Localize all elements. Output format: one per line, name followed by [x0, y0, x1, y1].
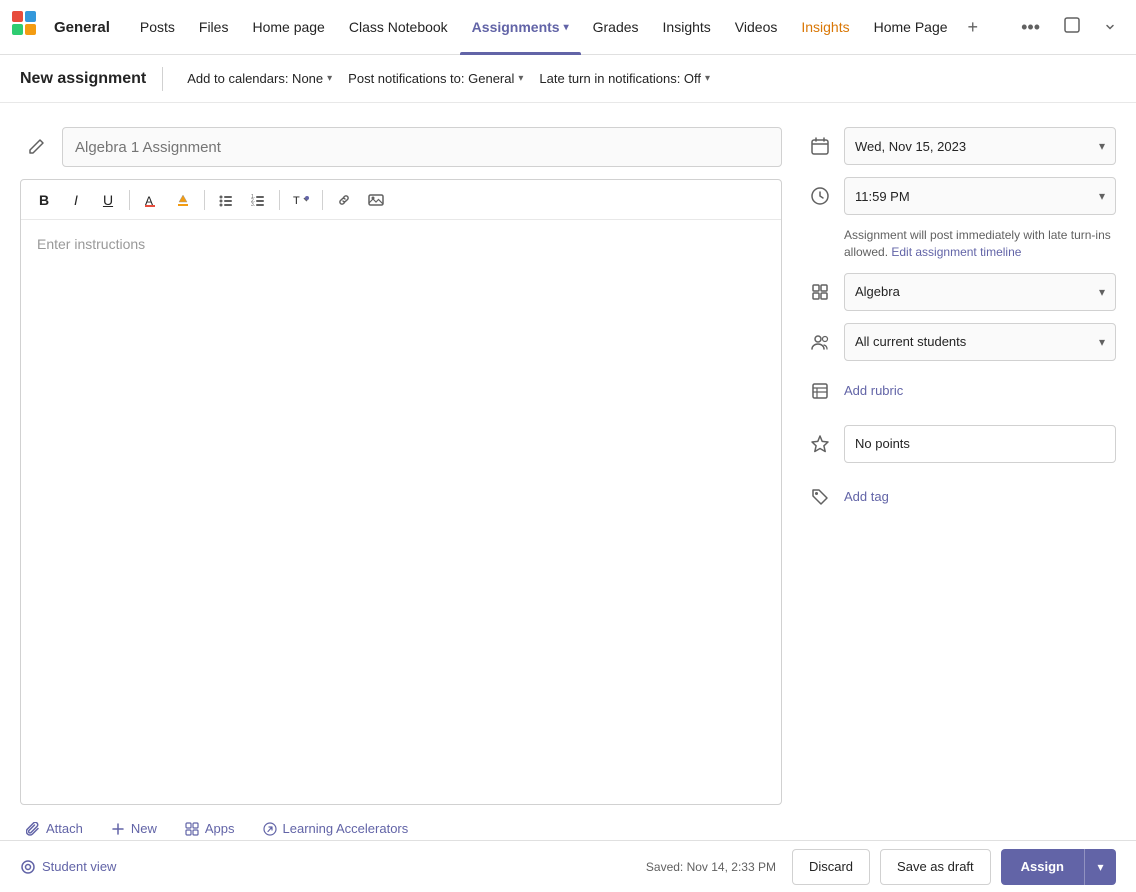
- nav-more: •••: [1013, 13, 1124, 42]
- highlight-button[interactable]: [168, 186, 198, 214]
- add-rubric-row: Add rubric: [806, 373, 1116, 409]
- image-button[interactable]: [361, 186, 391, 214]
- app-icon: [12, 11, 44, 43]
- bullet-list-button[interactable]: [211, 186, 241, 214]
- late-turn-in[interactable]: Late turn in notifications: Off ▾: [531, 63, 718, 95]
- toolbar-divider-4: [322, 190, 323, 210]
- toolbar-divider-2: [204, 190, 205, 210]
- text-style-button[interactable]: T: [286, 186, 316, 214]
- calendar-icon: [806, 132, 834, 160]
- add-tag-link[interactable]: Add tag: [844, 489, 889, 504]
- nav-item-assignments[interactable]: Assignments ▾: [460, 0, 581, 55]
- learning-accelerators-button[interactable]: Learning Accelerators: [257, 817, 415, 840]
- assign-button[interactable]: Assign: [1001, 849, 1084, 885]
- due-date-chevron: ▾: [1099, 139, 1105, 153]
- category-icon: [806, 278, 834, 306]
- category-chevron: ▾: [1099, 285, 1105, 299]
- nav-item-videos[interactable]: Videos: [723, 0, 790, 55]
- nav-item-class-notebook[interactable]: Class Notebook: [337, 0, 460, 55]
- due-time-chevron: ▾: [1099, 189, 1105, 203]
- instructions-input[interactable]: Enter instructions: [21, 220, 781, 804]
- discard-button[interactable]: Discard: [792, 849, 870, 885]
- link-button[interactable]: [329, 186, 359, 214]
- svg-text:T: T: [293, 195, 300, 207]
- nav-item-insights2[interactable]: Insights: [789, 0, 861, 55]
- bottom-actions: Saved: Nov 14, 2:33 PM Discard Save as d…: [646, 849, 1116, 885]
- nav-item-insights[interactable]: Insights: [651, 0, 723, 55]
- tag-icon: [806, 483, 834, 511]
- toolbar-divider-3: [279, 190, 280, 210]
- timeline-note: Assignment will post immediately with la…: [844, 227, 1116, 261]
- category-row: Algebra ▾: [806, 273, 1116, 311]
- student-view-button[interactable]: Student view: [20, 859, 116, 875]
- assign-chevron-button[interactable]: ▾: [1084, 849, 1116, 885]
- subheader: New assignment Add to calendars: None ▾ …: [0, 55, 1136, 103]
- italic-button[interactable]: I: [61, 186, 91, 214]
- nav-item-files[interactable]: Files: [187, 0, 241, 55]
- points-select[interactable]: No points: [844, 425, 1116, 463]
- left-panel: B I U A: [20, 127, 782, 840]
- due-date-row: Wed, Nov 15, 2023 ▾: [806, 127, 1116, 165]
- students-icon: [806, 328, 834, 356]
- add-to-calendars[interactable]: Add to calendars: None ▾: [179, 63, 340, 95]
- students-row: All current students ▾: [806, 323, 1116, 361]
- edit-timeline-link[interactable]: Edit assignment timeline: [891, 245, 1021, 259]
- students-chevron: ▾: [1099, 335, 1105, 349]
- due-time-row: 11:59 PM ▾: [806, 177, 1116, 215]
- points-icon: [806, 430, 834, 458]
- font-color-button[interactable]: A: [136, 186, 166, 214]
- nav-item-homepage[interactable]: Home page: [240, 0, 336, 55]
- nav-items: Posts Files Home page Class Notebook Ass…: [128, 0, 1013, 55]
- right-panel: Wed, Nov 15, 2023 ▾ 11:59 PM ▾ Assignmen…: [806, 127, 1116, 840]
- students-select[interactable]: All current students ▾: [844, 323, 1116, 361]
- add-rubric-link[interactable]: Add rubric: [844, 383, 903, 398]
- svg-text:3.: 3.: [251, 202, 255, 208]
- page-title: New assignment: [20, 70, 146, 88]
- rubric-icon: [806, 377, 834, 405]
- saved-status: Saved: Nov 14, 2:33 PM: [646, 860, 776, 874]
- post-notifications[interactable]: Post notifications to: General ▾: [340, 63, 531, 95]
- nav-item-homepage2[interactable]: Home Page: [862, 0, 960, 55]
- nav-chevron-button[interactable]: [1096, 13, 1124, 42]
- underline-button[interactable]: U: [93, 186, 123, 214]
- main-content: B I U A: [0, 103, 1136, 840]
- due-date-select[interactable]: Wed, Nov 15, 2023 ▾: [844, 127, 1116, 165]
- attach-button[interactable]: Attach: [20, 817, 89, 840]
- subheader-divider: [162, 67, 163, 91]
- expand-button[interactable]: [1056, 13, 1088, 42]
- formatting-toolbar: B I U A: [21, 180, 781, 220]
- apps-button[interactable]: Apps: [179, 817, 241, 840]
- toolbar-divider-1: [129, 190, 130, 210]
- clock-icon: [806, 182, 834, 210]
- due-time-select[interactable]: 11:59 PM ▾: [844, 177, 1116, 215]
- numbered-list-button[interactable]: 1. 2. 3.: [243, 186, 273, 214]
- category-select[interactable]: Algebra ▾: [844, 273, 1116, 311]
- points-row: No points: [806, 421, 1116, 467]
- add-tag-row: Add tag: [806, 479, 1116, 515]
- attachment-bar: Attach New Apps: [20, 805, 782, 840]
- more-options-button[interactable]: •••: [1013, 13, 1048, 42]
- add-tab-button[interactable]: +: [960, 13, 987, 42]
- save-draft-button[interactable]: Save as draft: [880, 849, 991, 885]
- top-nav: General Posts Files Home page Class Note…: [0, 0, 1136, 55]
- nav-item-posts[interactable]: Posts: [128, 0, 187, 55]
- bold-button[interactable]: B: [29, 186, 59, 214]
- new-button[interactable]: New: [105, 817, 163, 840]
- assignment-title-input[interactable]: [62, 127, 782, 167]
- editor-container: B I U A: [20, 179, 782, 805]
- calendar-chevron: ▾: [327, 73, 332, 84]
- assign-button-group: Assign ▾: [1001, 849, 1116, 885]
- nav-item-grades[interactable]: Grades: [581, 0, 651, 55]
- assignments-chevron: ▾: [564, 22, 569, 33]
- notifications-chevron: ▾: [518, 73, 523, 84]
- late-turn-in-chevron: ▾: [705, 73, 710, 84]
- team-name: General: [54, 19, 110, 36]
- title-row: [20, 127, 782, 167]
- edit-title-icon[interactable]: [20, 131, 52, 163]
- bottom-bar: Student view Saved: Nov 14, 2:33 PM Disc…: [0, 840, 1136, 892]
